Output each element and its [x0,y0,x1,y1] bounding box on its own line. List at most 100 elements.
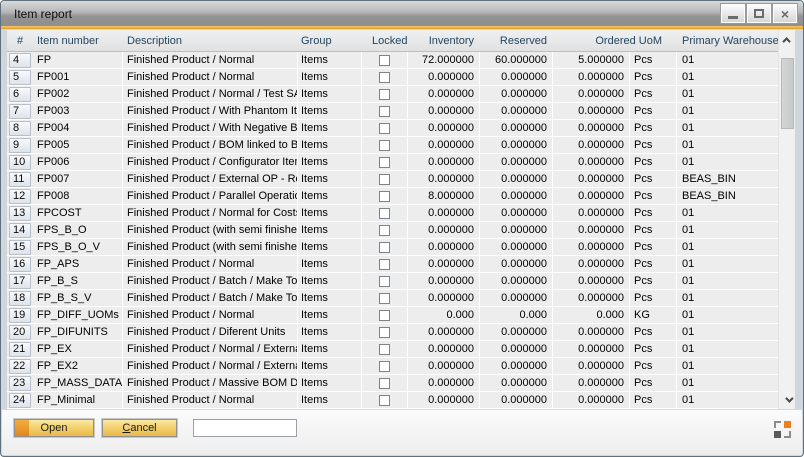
ordered-cell[interactable]: 0.000000 [553,358,630,374]
table-row[interactable]: 10 FP006 Finished Product / Configurator… [7,154,778,171]
primary-warehouse-cell[interactable]: BEAS_BIN [677,188,778,204]
reserved-cell[interactable]: 0.000000 [480,137,553,153]
inventory-cell[interactable]: 0.000000 [408,69,480,85]
reserved-cell[interactable]: 0.000000 [480,392,553,408]
locked-checkbox[interactable] [379,378,390,389]
group-cell[interactable]: Items [298,69,362,85]
uom-cell[interactable]: Pcs [630,103,677,119]
description-cell[interactable]: Finished Product (with semi finished) / [123,222,298,238]
ordered-cell[interactable]: 0.000000 [553,273,630,289]
ordered-cell[interactable]: 0.000000 [553,256,630,272]
item-number-cell[interactable]: FP_Minimal [33,392,123,408]
description-cell[interactable]: Finished Product / Normal [123,69,298,85]
table-row[interactable]: 23 FP_MASS_DATA Finished Product / Massi… [7,375,778,392]
group-cell[interactable]: Items [298,290,362,306]
reserved-cell[interactable]: 0.000000 [480,171,553,187]
ordered-cell[interactable]: 0.000000 [553,324,630,340]
reserved-cell[interactable]: 0.000000 [480,205,553,221]
row-number-cell[interactable]: 12 [7,188,33,204]
ordered-cell[interactable]: 0.000000 [553,205,630,221]
row-number[interactable]: 23 [9,376,31,391]
group-cell[interactable]: Items [298,375,362,391]
primary-warehouse-cell[interactable]: BEAS_BIN [677,171,778,187]
table-row[interactable]: 19 FP_DIFF_UOMs Finished Product / Norma… [7,307,778,324]
uom-cell[interactable]: KG [630,307,677,323]
primary-warehouse-cell[interactable]: 01 [677,341,778,357]
scroll-up-button[interactable] [779,32,796,47]
uom-cell[interactable]: Pcs [630,205,677,221]
description-cell[interactable]: Finished Product / With Phantom Items [123,103,298,119]
description-cell[interactable]: Finished Product (with semi finished) / [123,239,298,255]
table-row[interactable]: 17 FP_B_S Finished Product / Batch / Mak… [7,273,778,290]
description-cell[interactable]: Finished Product / With Negative BOM [123,120,298,136]
table-row[interactable]: 5 FP001 Finished Product / Normal Items … [7,69,778,86]
inventory-cell[interactable]: 0.000000 [408,341,480,357]
inventory-cell[interactable]: 0.000000 [408,154,480,170]
item-number-cell[interactable]: FP004 [33,120,123,136]
group-cell[interactable]: Items [298,171,362,187]
ordered-cell[interactable]: 0.000000 [553,69,630,85]
locked-checkbox[interactable] [379,174,390,185]
uom-cell[interactable]: Pcs [630,188,677,204]
row-number-cell[interactable]: 9 [7,137,33,153]
expand-form-icon[interactable] [774,421,791,438]
ordered-cell[interactable]: 0.000000 [553,375,630,391]
row-number[interactable]: 24 [9,393,31,408]
column-header-group[interactable]: Group [298,30,362,51]
reserved-cell[interactable]: 0.000000 [480,86,553,102]
reserved-cell[interactable]: 0.000000 [480,222,553,238]
primary-warehouse-cell[interactable]: 01 [677,324,778,340]
locked-checkbox[interactable] [379,55,390,66]
description-cell[interactable]: Finished Product / Normal [123,392,298,408]
row-number[interactable]: 22 [9,359,31,374]
item-number-cell[interactable]: FP [33,52,123,68]
item-number-cell[interactable]: FP003 [33,103,123,119]
locked-checkbox[interactable] [379,310,390,321]
primary-warehouse-cell[interactable]: 01 [677,375,778,391]
ordered-cell[interactable]: 0.000000 [553,341,630,357]
uom-cell[interactable]: Pcs [630,324,677,340]
row-number[interactable]: 8 [9,121,31,136]
locked-checkbox[interactable] [379,72,390,83]
primary-warehouse-cell[interactable]: 01 [677,290,778,306]
row-number[interactable]: 11 [9,172,31,187]
table-row[interactable]: 24 FP_Minimal Finished Product / Normal … [7,392,778,409]
scroll-down-button[interactable] [779,392,796,407]
item-number-cell[interactable]: FP_APS [33,256,123,272]
column-header-reserved[interactable]: Reserved [480,30,553,51]
uom-cell[interactable]: Pcs [630,120,677,136]
row-number-cell[interactable]: 7 [7,103,33,119]
column-header-inventory[interactable]: Inventory [408,30,480,51]
table-row[interactable]: 13 FPCOST Finished Product / Normal for … [7,205,778,222]
item-number-cell[interactable]: FPS_B_O [33,222,123,238]
reserved-cell[interactable]: 0.000000 [480,103,553,119]
inventory-cell[interactable]: 8.000000 [408,188,480,204]
column-header-description[interactable]: Description [123,30,298,51]
group-cell[interactable]: Items [298,120,362,136]
inventory-cell[interactable]: 0.000000 [408,290,480,306]
item-number-cell[interactable]: FP006 [33,154,123,170]
table-row[interactable]: 14 FPS_B_O Finished Product (with semi f… [7,222,778,239]
row-number[interactable]: 15 [9,240,31,255]
primary-warehouse-cell[interactable]: 01 [677,273,778,289]
ordered-cell[interactable]: 0.000000 [553,239,630,255]
column-header-primary-warehouse[interactable]: Primary Warehouse [677,30,778,51]
row-number-cell[interactable]: 6 [7,86,33,102]
table-row[interactable]: 11 FP007 Finished Product / External OP … [7,171,778,188]
reserved-cell[interactable]: 0.000000 [480,239,553,255]
reserved-cell[interactable]: 0.000000 [480,273,553,289]
inventory-cell[interactable]: 0.000000 [408,375,480,391]
uom-cell[interactable]: Pcs [630,341,677,357]
row-number-cell[interactable]: 22 [7,358,33,374]
row-number-cell[interactable]: 13 [7,205,33,221]
table-row[interactable]: 7 FP003 Finished Product / With Phantom … [7,103,778,120]
locked-checkbox[interactable] [379,140,390,151]
primary-warehouse-cell[interactable]: 01 [677,392,778,408]
inventory-cell[interactable]: 0.000000 [408,205,480,221]
locked-checkbox[interactable] [379,208,390,219]
item-number-cell[interactable]: FP008 [33,188,123,204]
row-number[interactable]: 7 [9,104,31,119]
primary-warehouse-cell[interactable]: 01 [677,69,778,85]
column-header-rownum[interactable]: # [7,30,33,51]
uom-cell[interactable]: Pcs [630,273,677,289]
